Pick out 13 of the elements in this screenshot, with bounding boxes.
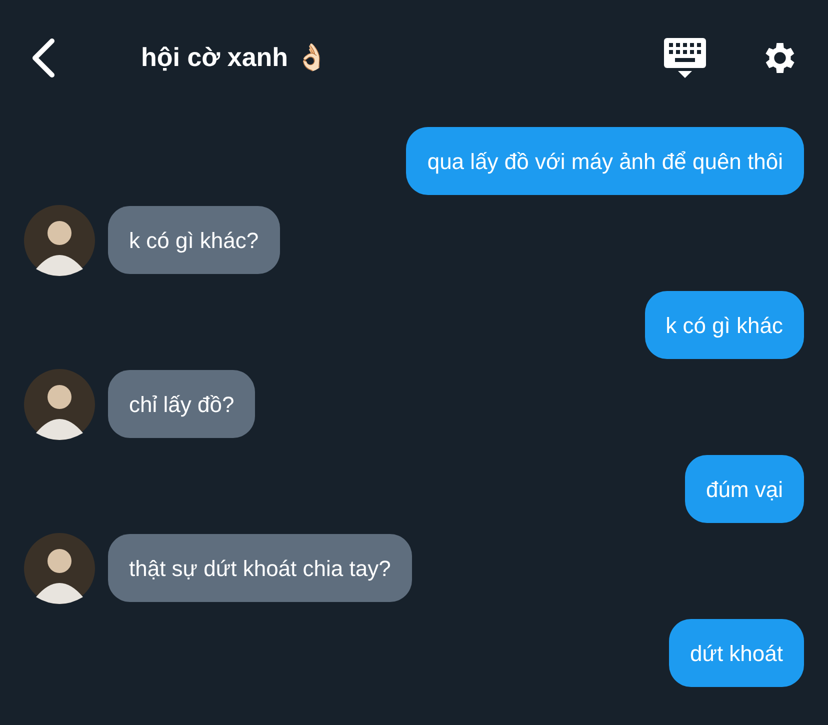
avatar-icon [24,368,95,440]
keyboard-icon[interactable] [664,38,706,78]
avatar-icon [24,204,95,276]
sent-message: qua lấy đồ với máy ảnh để quên thôi [406,127,804,195]
received-message: k có gì khác? [108,206,280,274]
avatar-icon [24,532,95,604]
received-message: thật sự dứt khoát chia tay? [108,534,412,602]
back-icon[interactable] [30,38,56,78]
sent-message: dứt khoát [668,619,804,687]
chat-title: hội cờ xanh 👌🏻 [141,41,328,74]
received-message: chỉ lấy đồ? [108,370,256,438]
sent-message: đúm vại [684,455,804,523]
sent-message: k có gì khác [644,291,804,359]
